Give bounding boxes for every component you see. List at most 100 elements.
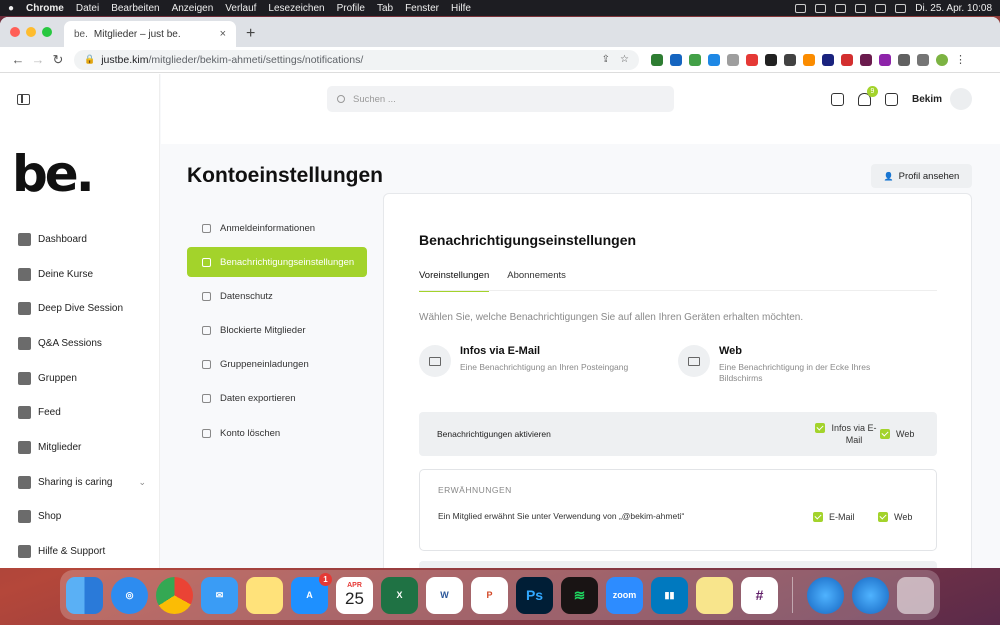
extension-icon[interactable] — [841, 53, 853, 66]
sidebar-toggle-icon[interactable] — [17, 94, 30, 105]
sidepanel-icon[interactable] — [917, 53, 929, 66]
browser-tab[interactable]: be. Mitglieder – just be. × — [64, 21, 236, 47]
reload-button[interactable]: ↻ — [48, 52, 68, 68]
enable-web-option[interactable]: Web — [880, 428, 914, 440]
spotify-icon[interactable]: ≋ — [561, 576, 598, 614]
menu-datei[interactable]: Datei — [76, 3, 99, 14]
sidebar-item-deine-kurse[interactable]: Deine Kurse — [0, 257, 160, 292]
sidebar-item-dashboard[interactable]: Dashboard — [0, 222, 160, 257]
sidebar-item-mitglieder[interactable]: Mitglieder — [0, 430, 160, 465]
extension-icon[interactable] — [803, 53, 815, 66]
slack-icon[interactable]: # — [741, 576, 778, 614]
enable-email-option[interactable]: Infos via E-Mail — [815, 422, 877, 446]
tab-voreinstellungen[interactable]: Voreinstellungen — [419, 270, 490, 292]
more-menu-icon[interactable]: ⋮ — [955, 53, 966, 66]
back-button[interactable]: ← — [8, 52, 28, 67]
menu-anzeigen[interactable]: Anzeigen — [172, 3, 214, 14]
safari-icon[interactable]: ◎ — [111, 576, 148, 614]
logo[interactable]: be. — [12, 149, 95, 199]
search-input[interactable]: Suchen ... — [327, 86, 674, 112]
forward-button[interactable]: → — [28, 52, 48, 67]
close-window-button[interactable] — [10, 27, 20, 37]
email-checkbox[interactable] — [813, 512, 823, 522]
profile-avatar-icon[interactable] — [936, 53, 948, 66]
extension-icon[interactable] — [822, 53, 834, 66]
sidebar-item-feed[interactable]: Feed — [0, 395, 160, 430]
email-checkbox[interactable] — [815, 423, 825, 433]
menu-fenster[interactable]: Fenster — [405, 3, 439, 14]
globe-icon[interactable] — [852, 576, 889, 614]
puzzle-icon[interactable] — [898, 53, 910, 66]
extension-icon[interactable] — [746, 53, 758, 66]
extension-icon[interactable] — [689, 53, 701, 66]
settings-nav-login[interactable]: Anmeldeinformationen — [187, 211, 367, 245]
extension-icon[interactable] — [708, 53, 720, 66]
mention-web-option[interactable]: Web — [878, 511, 912, 523]
bell-icon[interactable]: 9 — [857, 85, 878, 106]
app-menu[interactable]: Chrome — [26, 3, 64, 14]
web-checkbox[interactable] — [878, 512, 888, 522]
extension-icon[interactable] — [651, 53, 663, 66]
settings-nav-notifications[interactable]: Benachrichtigungseinstellungen — [187, 247, 367, 278]
mention-email-option[interactable]: E-Mail — [813, 511, 855, 523]
bookmark-star-icon[interactable]: ☆ — [620, 54, 629, 65]
extension-icon[interactable] — [879, 53, 891, 66]
app-store-icon[interactable]: A1 — [291, 572, 332, 614]
share-icon[interactable]: ⇪ — [602, 54, 610, 65]
settings-nav-blocked[interactable]: Blockierte Mitglieder — [187, 313, 367, 347]
close-tab-icon[interactable]: × — [220, 28, 226, 40]
menu-tab[interactable]: Tab — [377, 3, 393, 14]
web-checkbox[interactable] — [880, 429, 890, 439]
menu-bearbeiten[interactable]: Bearbeiten — [111, 3, 159, 14]
cart-icon[interactable] — [884, 92, 898, 106]
battery-icon[interactable] — [835, 3, 847, 13]
menu-clock[interactable]: Di. 25. Apr. 10:08 — [915, 3, 992, 14]
trash-icon[interactable] — [897, 576, 934, 614]
lock-icon[interactable]: 🔒 — [84, 54, 95, 65]
sidebar-item-deep-dive[interactable]: Deep Dive Session — [0, 291, 160, 326]
sidebar-item-qa-sessions[interactable]: Q&A Sessions — [0, 326, 160, 361]
menu-hilfe[interactable]: Hilfe — [451, 3, 471, 14]
apple-menu[interactable]: ● — [8, 3, 14, 14]
status-icon[interactable] — [795, 3, 807, 13]
avatar[interactable] — [950, 88, 972, 110]
extension-icon[interactable] — [670, 53, 682, 66]
view-profile-button[interactable]: 👤 Profil ansehen — [871, 164, 972, 188]
sidebar-item-shop[interactable]: Shop — [0, 500, 160, 535]
chevron-down-icon[interactable]: ⌄ — [138, 477, 146, 488]
powerpoint-icon[interactable]: P — [471, 576, 508, 614]
zoom-icon[interactable]: zoom — [606, 576, 643, 614]
sidebar-item-sharing[interactable]: Sharing is caring ⌄ — [0, 465, 160, 500]
sidebar-item-hilfe[interactable]: Hilfe & Support — [0, 534, 160, 568]
url-field[interactable]: 🔒 justbe.kim/mitglieder/bekim-ahmeti/set… — [74, 49, 639, 70]
settings-nav-export[interactable]: Daten exportieren — [187, 382, 367, 416]
finder-icon[interactable] — [66, 576, 103, 614]
zoom-window-button[interactable] — [42, 27, 52, 37]
user-name[interactable]: Bekim — [912, 94, 942, 105]
settings-nav-delete[interactable]: Konto löschen — [187, 416, 367, 450]
menu-verlauf[interactable]: Verlauf — [225, 3, 256, 14]
wifi-icon[interactable] — [855, 3, 867, 13]
stickies-icon[interactable] — [696, 576, 733, 614]
control-center-icon[interactable] — [895, 3, 907, 13]
inbox-icon[interactable] — [830, 92, 844, 106]
globe-icon[interactable] — [807, 576, 844, 614]
trello-icon[interactable]: ▮▮ — [651, 576, 688, 614]
chrome-icon[interactable] — [156, 576, 193, 614]
extension-icon[interactable] — [860, 53, 872, 66]
photoshop-icon[interactable]: Ps — [516, 576, 553, 614]
new-tab-button[interactable]: + — [246, 25, 255, 43]
settings-nav-group-invites[interactable]: Gruppeneinladungen — [187, 348, 367, 382]
sidebar-item-gruppen[interactable]: Gruppen — [0, 361, 160, 396]
menu-lesezeichen[interactable]: Lesezeichen — [268, 3, 324, 14]
extension-icon[interactable] — [727, 53, 739, 66]
word-icon[interactable]: W — [426, 576, 463, 614]
extension-icon[interactable] — [765, 53, 777, 66]
excel-icon[interactable]: X — [381, 576, 418, 614]
volume-icon[interactable] — [815, 3, 827, 13]
tab-abonnements[interactable]: Abonnements — [507, 270, 566, 292]
menu-profile[interactable]: Profile — [337, 3, 365, 14]
settings-nav-privacy[interactable]: Datenschutz — [187, 279, 367, 313]
extension-icon[interactable] — [784, 53, 796, 66]
spotlight-icon[interactable] — [875, 3, 887, 13]
